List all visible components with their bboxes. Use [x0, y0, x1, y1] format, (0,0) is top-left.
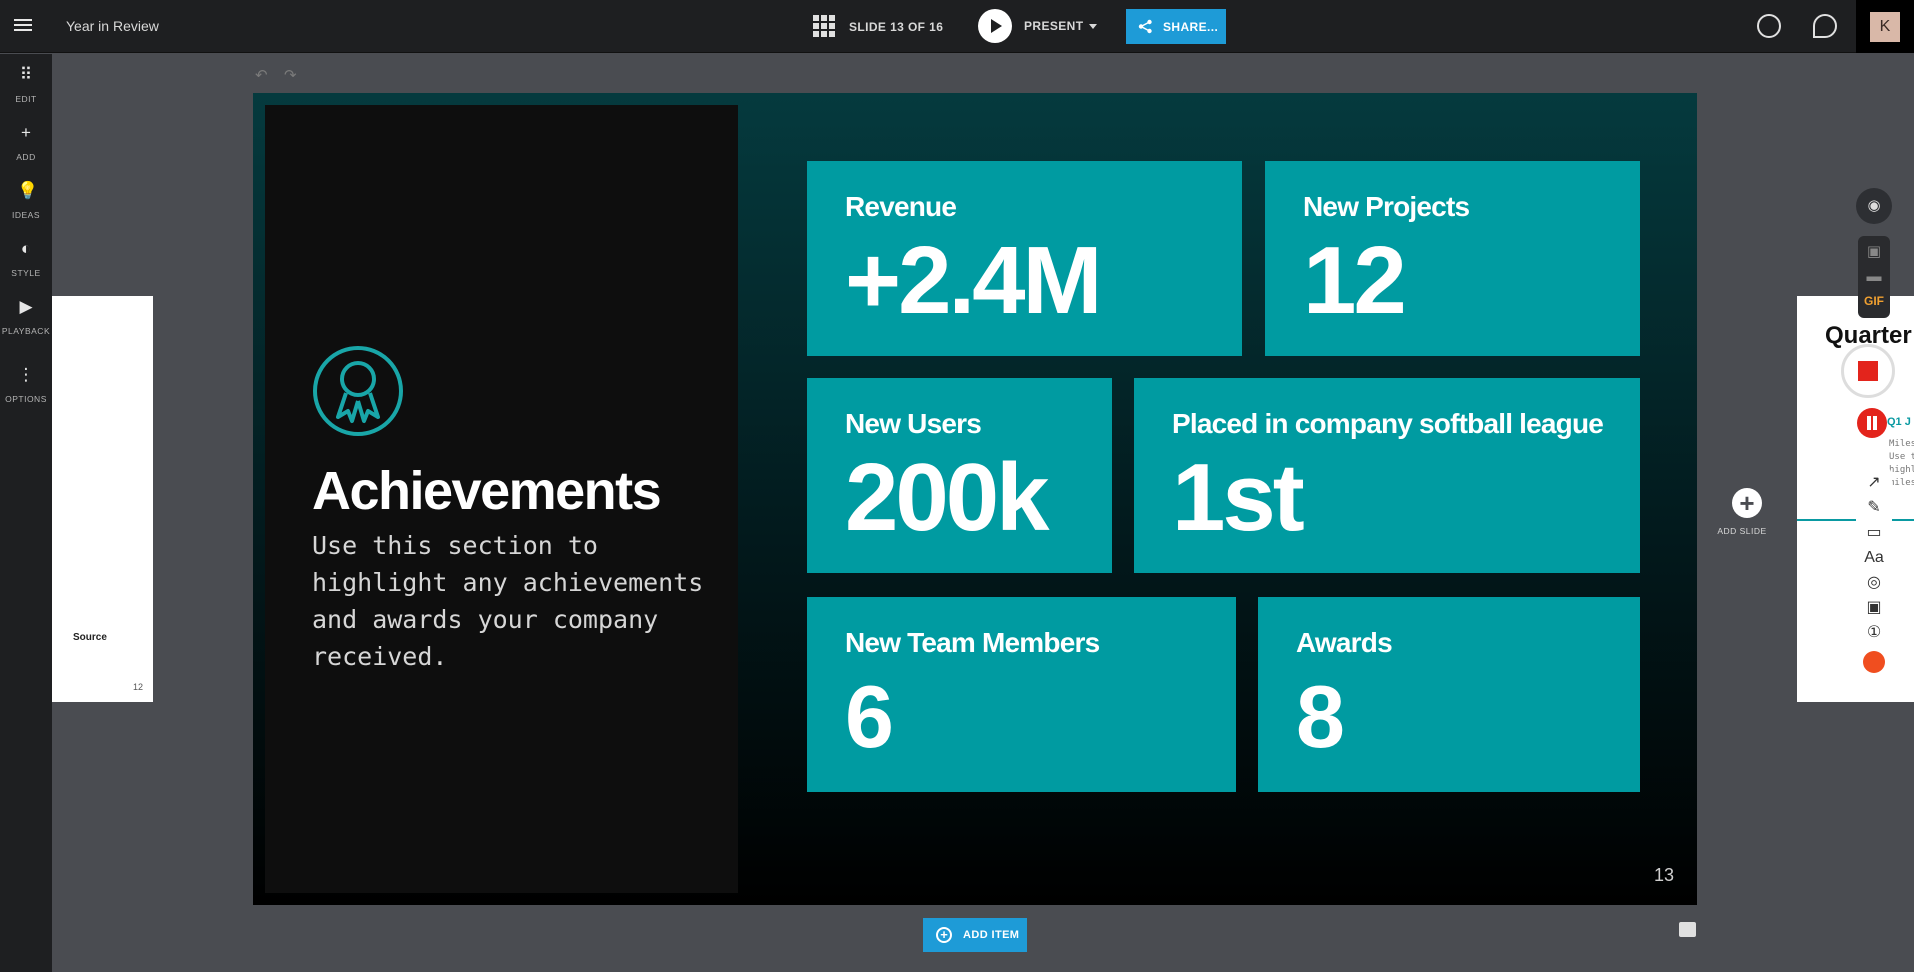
rail-playback[interactable]: ▶ PLAYBACK — [0, 298, 52, 339]
camera-off-icon[interactable]: ◉ — [1856, 188, 1892, 224]
rail-options[interactable]: ⋮ OPTIONS — [0, 366, 52, 407]
rail-ideas-label: IDEAS — [11, 210, 40, 220]
stat-value: 1st — [1172, 444, 1305, 551]
plus-icon: + — [21, 123, 31, 142]
stat-card-revenue[interactable]: Revenue +2.4M — [807, 161, 1242, 356]
camera-icon[interactable]: ▣ — [1858, 242, 1890, 262]
rail-style[interactable]: ◐ STYLE — [0, 240, 52, 281]
add-item-button[interactable]: + ADD ITEM — [923, 918, 1027, 952]
plus-circle-icon: + — [1732, 488, 1762, 518]
thumb-text: Miles Use t highl miles — [1889, 439, 1914, 488]
left-rail: ⠿ EDIT + ADD 💡 IDEAS ◐ STYLE ▶ PLAYBACK … — [0, 54, 52, 972]
stat-value: 12 — [1303, 227, 1407, 334]
chat-icon[interactable] — [1813, 14, 1837, 38]
redo-icon[interactable]: ↷ — [284, 66, 297, 84]
share-label: SHARE... — [1163, 19, 1219, 34]
achievements-panel[interactable]: Achievements Use this section to highlig… — [265, 105, 738, 893]
previous-slide-thumbnail[interactable]: Source 12 — [52, 296, 153, 702]
stat-label: New Team Members — [845, 627, 1100, 658]
slide-number: 13 — [1653, 865, 1674, 885]
thumb-milestone: Q1 J — [1887, 416, 1911, 428]
stop-recording-button[interactable] — [1841, 344, 1895, 398]
add-item-label: ADD ITEM — [963, 929, 1020, 941]
slide-grid-icon[interactable] — [813, 15, 835, 37]
thumb-source-label: Source — [73, 632, 107, 643]
rail-options-label: OPTIONS — [5, 394, 47, 404]
hamburger-menu-icon[interactable] — [14, 16, 36, 36]
stat-card-awards[interactable]: Awards 8 — [1258, 597, 1640, 792]
rail-edit-label: EDIT — [15, 94, 37, 104]
slide-body-text[interactable]: Use this section to highlight any achiev… — [312, 527, 712, 675]
stat-label: Awards — [1296, 627, 1393, 658]
add-slide-button[interactable]: + ADD SLIDE — [1717, 488, 1767, 536]
step-number-icon[interactable]: ① — [1856, 620, 1892, 645]
stat-value: 6 — [845, 667, 894, 766]
stat-value: +2.4M — [845, 227, 1102, 334]
document-title[interactable]: Year in Review — [66, 18, 159, 34]
gif-button[interactable]: GIF — [1858, 294, 1890, 314]
capture-tools: ▣ ▬ GIF — [1858, 236, 1890, 318]
slide-title[interactable]: Achievements — [312, 460, 662, 522]
play-circle-icon: ▶ — [19, 297, 33, 316]
text-tool-button[interactable]: Aa — [1856, 545, 1892, 570]
plus-circle-icon: + — [936, 927, 952, 943]
edit-grid-icon: ⠿ — [19, 65, 33, 84]
stat-card-softball[interactable]: Placed in company softball league 1st — [1134, 378, 1640, 573]
present-label: PRESENT — [1024, 19, 1084, 33]
comment-icon[interactable] — [1679, 922, 1696, 937]
rail-playback-label: PLAYBACK — [1, 326, 51, 336]
rail-edit[interactable]: ⠿ EDIT — [0, 66, 52, 107]
chevron-down-icon — [1089, 23, 1098, 29]
eye-icon[interactable]: ◎ — [1856, 570, 1892, 595]
rail-add[interactable]: + ADD — [0, 124, 52, 165]
play-icon — [978, 9, 1012, 43]
pause-recording-button[interactable] — [1857, 408, 1887, 438]
stat-card-new-users[interactable]: New Users 200k — [807, 378, 1112, 573]
stat-label: Placed in company softball league — [1172, 408, 1604, 439]
share-button[interactable]: SHARE... — [1126, 9, 1226, 44]
account-icon[interactable] — [1757, 14, 1781, 38]
undo-icon[interactable]: ↶ — [255, 66, 268, 84]
stat-label: Revenue — [845, 191, 957, 222]
slide-canvas[interactable]: Achievements Use this section to highlig… — [253, 93, 1697, 905]
avatar[interactable]: K — [1856, 0, 1914, 53]
rail-add-label: ADD — [16, 152, 36, 162]
present-button[interactable]: PRESENT — [978, 9, 1098, 43]
screen-icon[interactable]: ▣ — [1856, 595, 1892, 620]
palette-icon: ◐ — [20, 239, 32, 258]
stat-value: 8 — [1296, 667, 1345, 766]
slide-counter[interactable]: SLIDE 13 OF 16 — [849, 20, 943, 34]
stat-label: New Projects — [1303, 191, 1470, 222]
stat-value: 200k — [845, 444, 1050, 551]
share-icon — [1138, 19, 1152, 34]
annotation-toolbar: ↗ ✎ ▭ Aa ◎ ▣ ① — [1856, 460, 1892, 692]
arrow-tool-icon[interactable]: ↗ — [1856, 470, 1892, 495]
stat-card-team-members[interactable]: New Team Members 6 — [807, 597, 1236, 792]
award-medal-icon — [313, 346, 403, 436]
pen-tool-icon[interactable]: ✎ — [1856, 495, 1892, 520]
rail-ideas[interactable]: 💡 IDEAS — [0, 182, 52, 223]
stat-label: New Users — [845, 408, 982, 439]
rectangle-tool-icon[interactable]: ▭ — [1856, 520, 1892, 545]
rail-style-label: STYLE — [11, 268, 41, 278]
video-icon[interactable]: ▬ — [1858, 268, 1890, 288]
avatar-initial: K — [1870, 11, 1900, 42]
add-slide-label: ADD SLIDE — [1717, 526, 1767, 536]
thumb-slide-number: 12 — [132, 682, 143, 692]
top-bar: Year in Review SLIDE 13 OF 16 PRESENT SH… — [0, 0, 1914, 53]
color-picker-icon[interactable] — [1863, 651, 1885, 673]
lightbulb-icon: 💡 — [17, 181, 39, 200]
more-vertical-icon: ⋮ — [17, 365, 35, 384]
stat-card-new-projects[interactable]: New Projects 12 — [1265, 161, 1640, 356]
